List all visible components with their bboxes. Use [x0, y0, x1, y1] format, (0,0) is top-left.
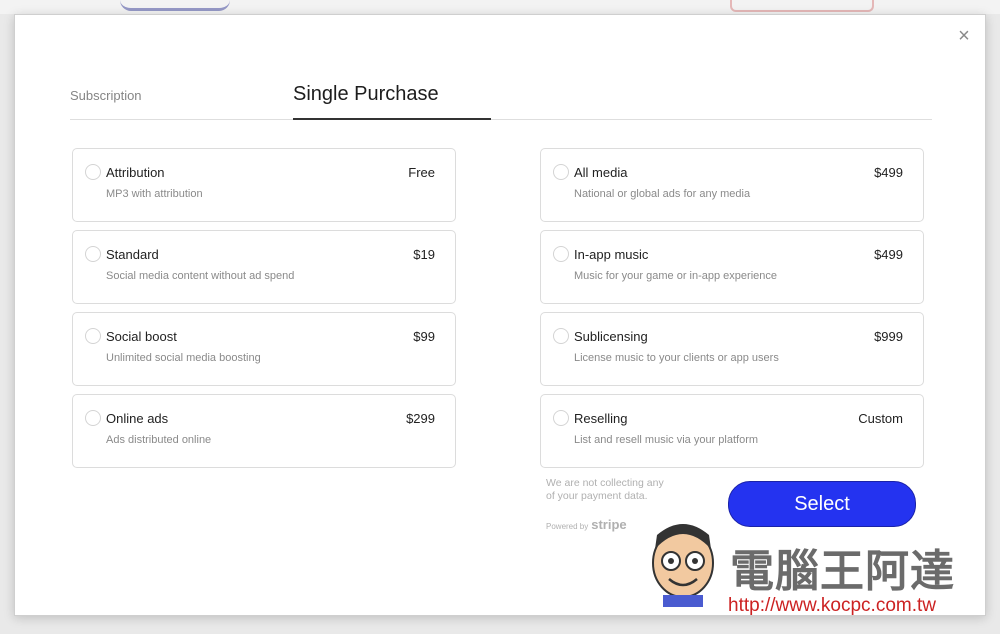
- option-description: MP3 with attribution: [106, 188, 203, 200]
- radio-button[interactable]: [85, 246, 101, 262]
- watermark-title: 電腦王阿達: [730, 547, 955, 596]
- select-button[interactable]: Select: [728, 481, 916, 527]
- powered-by-label: Powered by: [546, 522, 589, 531]
- option-sublicensing[interactable]: Sublicensing License music to your clien…: [540, 312, 924, 386]
- radio-button[interactable]: [553, 328, 569, 344]
- option-price: $499: [874, 165, 903, 180]
- tab-subscription[interactable]: Subscription: [70, 88, 142, 103]
- radio-button[interactable]: [85, 410, 101, 426]
- option-attribution[interactable]: Attribution MP3 with attribution Free: [72, 148, 456, 222]
- close-icon[interactable]: ×: [953, 25, 975, 47]
- background-logo: [120, 0, 230, 11]
- license-tabs: Subscription Single Purchase: [70, 75, 932, 120]
- option-title: Reselling: [574, 411, 628, 426]
- option-description: Social media content without ad spend: [106, 270, 295, 282]
- option-description: List and resell music via your platform: [574, 434, 759, 446]
- option-online-ads[interactable]: Online ads Ads distributed online $299: [72, 394, 456, 468]
- option-price: $999: [874, 329, 903, 344]
- option-title: Sublicensing: [574, 329, 648, 344]
- option-title: Online ads: [106, 411, 169, 426]
- tab-single-purchase[interactable]: Single Purchase: [293, 83, 491, 120]
- stripe-logo: stripe: [591, 517, 627, 532]
- option-description: Ads distributed online: [106, 434, 212, 446]
- background-page: [0, 0, 1000, 14]
- option-description: Unlimited social media boosting: [106, 352, 261, 364]
- option-price: $19: [413, 247, 435, 262]
- radio-button[interactable]: [553, 164, 569, 180]
- background-button: [730, 0, 874, 12]
- option-price: $99: [413, 329, 435, 344]
- powered-by-stripe[interactable]: Powered by stripe: [546, 517, 627, 532]
- radio-button[interactable]: [553, 410, 569, 426]
- option-social-boost[interactable]: Social boost Unlimited social media boos…: [72, 312, 456, 386]
- option-title: All media: [574, 165, 628, 180]
- option-title: Standard: [106, 247, 159, 262]
- option-title: Attribution: [106, 165, 165, 180]
- option-price: Free: [408, 165, 435, 180]
- watermark-url: http://www.kocpc.com.tw: [728, 595, 937, 616]
- radio-button[interactable]: [85, 328, 101, 344]
- option-in-app-music[interactable]: In-app music Music for your game or in-a…: [540, 230, 924, 304]
- option-price: $499: [874, 247, 903, 262]
- option-reselling[interactable]: Reselling List and resell music via your…: [540, 394, 924, 468]
- option-description: Music for your game or in-app experience: [574, 270, 777, 282]
- option-description: National or global ads for any media: [574, 188, 751, 200]
- license-modal: × Subscription Single Purchase Attributi…: [14, 14, 986, 616]
- option-standard[interactable]: Standard Social media content without ad…: [72, 230, 456, 304]
- option-title: In-app music: [574, 247, 649, 262]
- option-price: Custom: [858, 411, 903, 426]
- option-title: Social boost: [106, 329, 177, 344]
- option-price: $299: [406, 411, 435, 426]
- payment-note: We are not collecting any of your paymen…: [546, 477, 664, 502]
- option-description: License music to your clients or app use…: [574, 352, 779, 364]
- radio-button[interactable]: [85, 164, 101, 180]
- mascot-icon: [652, 524, 714, 607]
- radio-button[interactable]: [553, 246, 569, 262]
- option-all-media[interactable]: All media National or global ads for any…: [540, 148, 924, 222]
